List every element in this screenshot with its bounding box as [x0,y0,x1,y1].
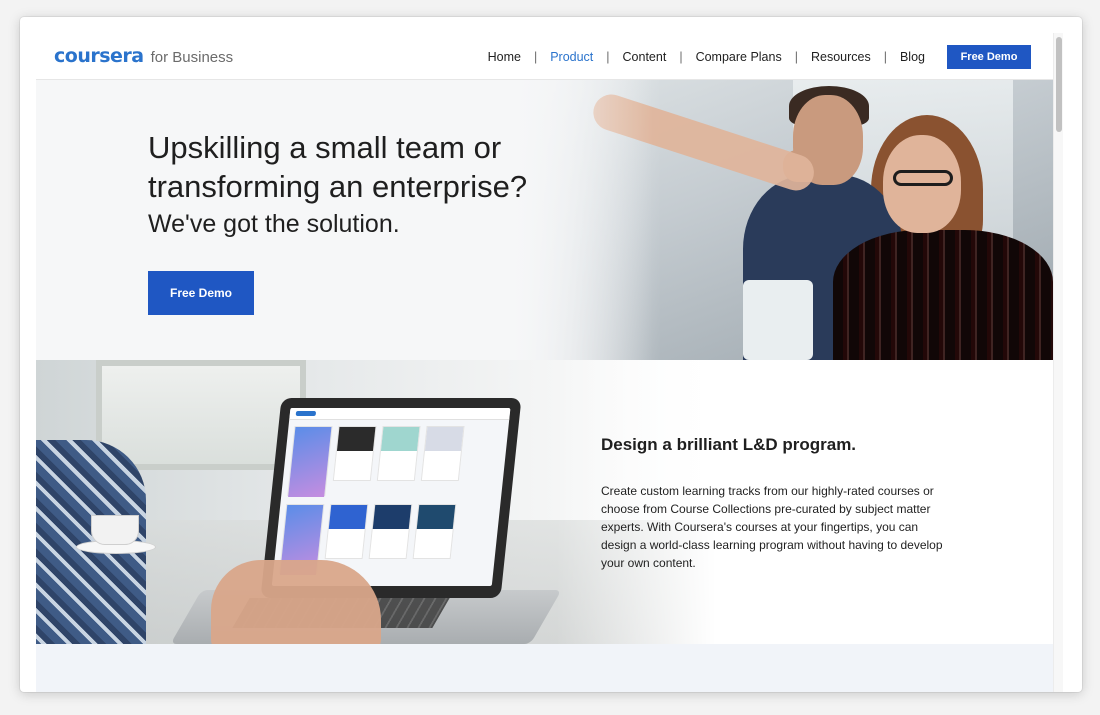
browser-window: coursera for Business Home | Product | C… [20,17,1082,692]
coursera-logo[interactable]: coursera for Business [54,45,233,67]
nav-separator: | [606,49,610,64]
photo-mug [743,280,813,360]
hero-subtitle: We've got the solution. [148,210,400,238]
logo-wordmark: coursera [54,45,144,67]
photo-woman-plaid-shirt [833,230,1053,360]
nav-separator: | [794,49,798,64]
photo-screen-tile [287,426,333,497]
nav-product[interactable]: Product [550,50,593,64]
logo-suffix: for Business [150,49,234,66]
photo-coffee-cup [91,515,139,545]
photo-screen-tile [332,426,377,481]
nav-compare-plans[interactable]: Compare Plans [696,50,782,64]
photo-screen-tile [412,504,457,559]
nav-separator: | [883,49,887,64]
nav-blog[interactable]: Blog [900,50,925,64]
nav-home[interactable]: Home [488,50,521,64]
main-nav: Home | Product | Content | Compare Plans… [488,33,1031,80]
hero-photo-two-colleagues [493,80,1053,360]
next-section-band [36,644,1053,692]
photo-glasses [893,170,953,186]
nav-separator: | [679,49,683,64]
photo-fade-overlay [493,80,653,360]
feature-title: Design a brilliant L&D program. [601,435,857,454]
photo-screen-logo [295,411,317,416]
header-free-demo-button[interactable]: Free Demo [947,44,1031,69]
vertical-scrollbar[interactable] [1053,33,1063,692]
photo-screen-tile [420,426,465,481]
hero-title: Upskilling a small team or transforming … [148,130,528,204]
page-viewport: coursera for Business Home | Product | C… [36,33,1053,692]
photo-screen-tile [368,504,413,559]
hero-free-demo-button[interactable]: Free Demo [148,271,254,315]
nav-separator: | [533,49,538,64]
site-header: coursera for Business Home | Product | C… [36,33,1053,80]
scrollbar-thumb[interactable] [1056,37,1062,132]
photo-window [96,360,306,470]
feature-body: Create custom learning tracks from our h… [601,484,943,570]
photo-screen-bar [289,408,511,420]
feature-section: Design a brilliant L&D program. Create c… [36,360,1053,644]
nav-content[interactable]: Content [623,50,667,64]
photo-screen-tile [324,504,369,559]
photo-screen-tile [376,426,421,481]
nav-resources[interactable]: Resources [811,50,871,64]
photo-hands [211,560,381,644]
hero-section: Upskilling a small team or transforming … [36,80,1053,360]
